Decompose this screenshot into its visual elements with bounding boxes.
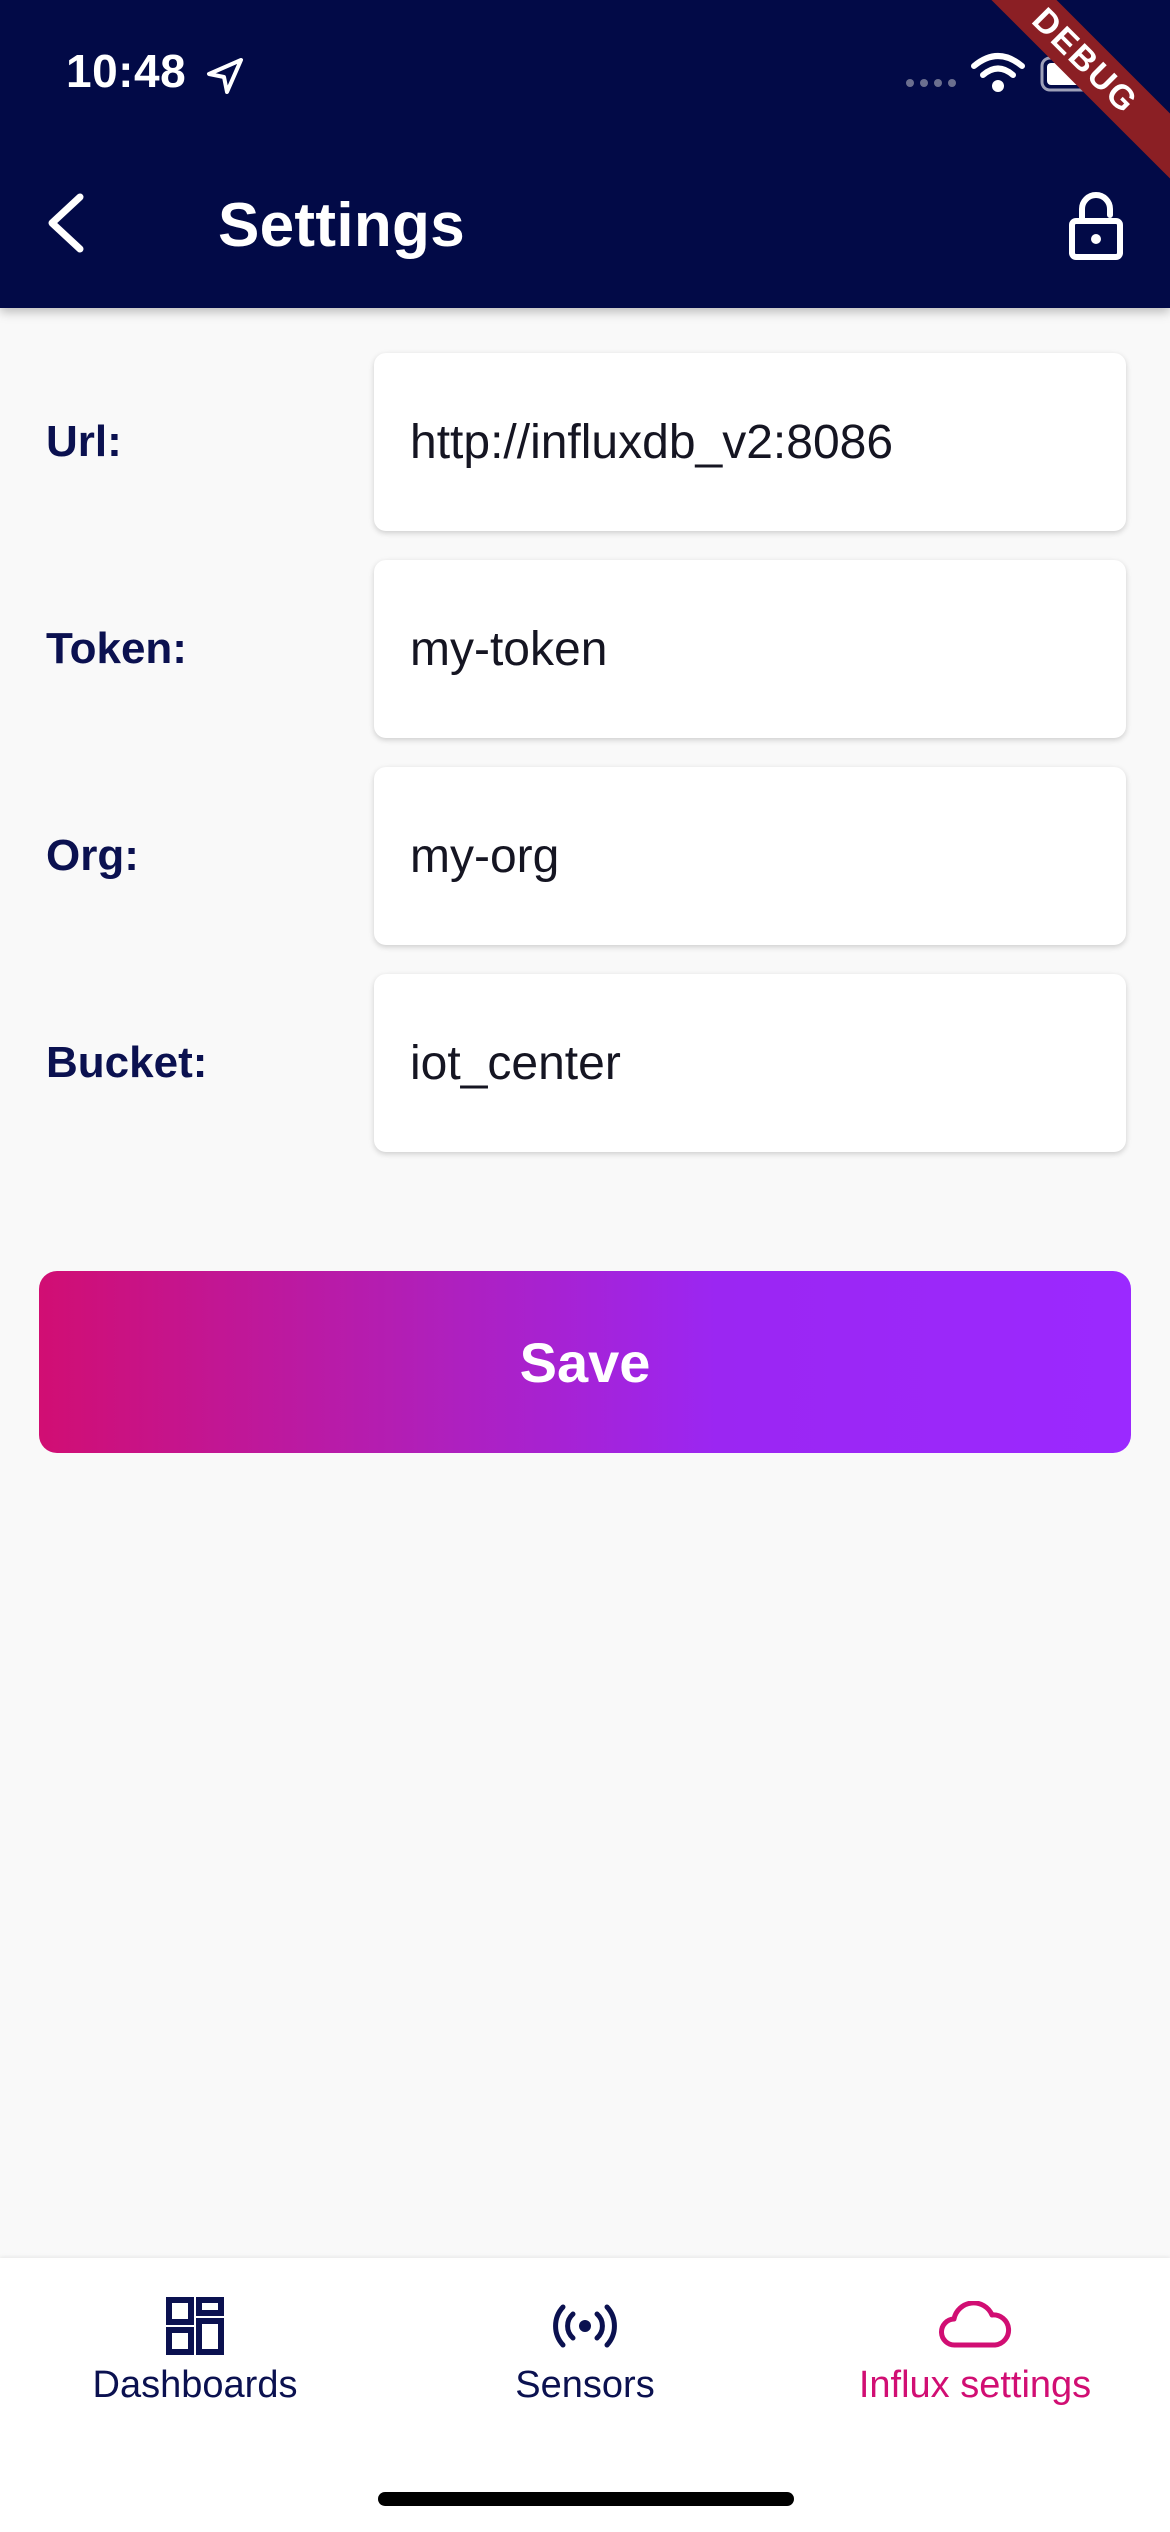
- bottom-navigation: Dashboards Sensors Influx settings: [0, 2258, 1170, 2532]
- url-label: Url:: [46, 417, 122, 466]
- nav-label-dashboards: Dashboards: [92, 2364, 298, 2406]
- org-label: Org:: [46, 831, 139, 880]
- location-arrow-icon: [207, 58, 243, 94]
- home-indicator: [378, 2492, 794, 2506]
- org-input[interactable]: [374, 767, 1126, 945]
- dashboard-icon: [155, 2294, 235, 2358]
- org-row: Org:: [0, 767, 1170, 945]
- nav-item-influx-settings[interactable]: Influx settings: [780, 2258, 1170, 2408]
- token-row: Token:: [0, 560, 1170, 738]
- nav-label-sensors: Sensors: [515, 2364, 655, 2406]
- sensors-icon: [545, 2294, 625, 2358]
- page-title: Settings: [218, 191, 465, 260]
- cloud-icon: [935, 2294, 1015, 2358]
- bucket-label: Bucket:: [46, 1038, 208, 1087]
- lock-open-icon: [1069, 192, 1123, 260]
- debug-banner: DEBUG: [952, 0, 1170, 194]
- bucket-input[interactable]: [374, 974, 1126, 1152]
- token-label: Token:: [46, 624, 187, 673]
- back-button[interactable]: [36, 186, 96, 260]
- url-row: Url:: [0, 353, 1170, 531]
- chevron-left-icon: [48, 193, 84, 253]
- url-input[interactable]: [374, 353, 1126, 531]
- bucket-row: Bucket:: [0, 974, 1170, 1152]
- nav-item-dashboards[interactable]: Dashboards: [0, 2258, 390, 2408]
- lock-button[interactable]: [1064, 188, 1128, 264]
- wifi-icon: [971, 53, 1025, 92]
- signal-dots-icon: [906, 79, 956, 87]
- status-time: 10:48: [66, 45, 187, 97]
- app-bar: 10:48 DEBUG Settings: [0, 0, 1170, 308]
- token-input[interactable]: [374, 560, 1126, 738]
- nav-item-sensors[interactable]: Sensors: [390, 2258, 780, 2408]
- nav-label-influx-settings: Influx settings: [858, 2364, 1092, 2406]
- save-button[interactable]: Save: [39, 1271, 1131, 1453]
